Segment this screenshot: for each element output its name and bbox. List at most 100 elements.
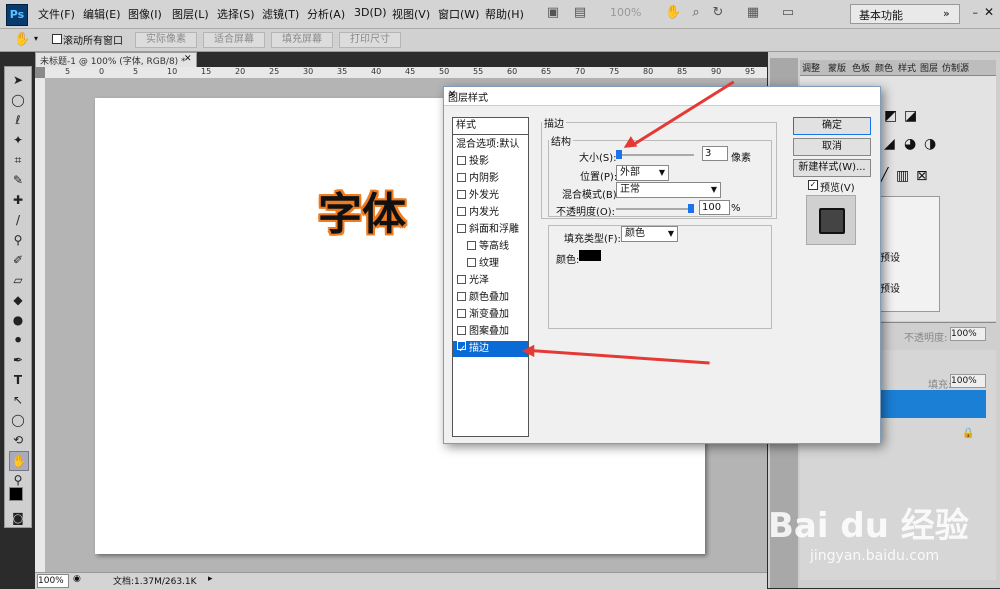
pen-tool-icon[interactable]: ✒ <box>9 351 27 369</box>
selective-color-icon[interactable]: ⊠ <box>916 168 928 184</box>
fill-screen-button[interactable]: 填充屏幕 <box>271 32 333 48</box>
checkbox[interactable] <box>457 173 466 182</box>
scroll-all-checkbox[interactable] <box>52 34 62 44</box>
zoom-level[interactable]: 100% <box>610 6 641 19</box>
chevron-down-icon[interactable]: ▾ <box>34 34 38 43</box>
opacity-input[interactable]: 100 <box>699 200 730 215</box>
canvas-text-layer[interactable]: 字体 <box>318 178 406 242</box>
brush-tool-icon[interactable]: / <box>9 211 27 229</box>
dialog-close-icon[interactable]: ✕ <box>448 89 876 100</box>
magic-wand-icon[interactable]: ✦ <box>9 131 27 149</box>
gradient-map-icon[interactable]: ▥ <box>896 168 909 184</box>
menu-edit[interactable]: 编辑(E) <box>83 6 121 22</box>
layer-fill-field[interactable]: 100% <box>950 374 986 388</box>
levels-icon[interactable]: ◩ <box>884 108 897 124</box>
tab-styles[interactable]: 样式 <box>898 61 916 74</box>
history-brush-icon[interactable]: ✐ <box>9 251 27 269</box>
style-item-inner-glow[interactable]: 内发光 <box>453 205 528 221</box>
tab-clone-source[interactable]: 仿制源 <box>942 61 969 74</box>
fit-screen-button[interactable]: 适合屏幕 <box>203 32 265 48</box>
menu-3d[interactable]: 3D(D) <box>354 6 387 19</box>
style-item-satin[interactable]: 光泽 <box>453 273 528 289</box>
status-icon[interactable]: ◉ <box>73 574 81 584</box>
screen-mode-icon[interactable]: ▭ <box>780 5 796 21</box>
balance-icon[interactable]: ◕ <box>904 136 916 152</box>
tab-adjustments[interactable]: 调整 <box>802 61 820 74</box>
style-item-color-overlay[interactable]: 颜色叠加 <box>453 290 528 306</box>
tab-layers[interactable]: 图层 <box>920 61 938 74</box>
style-item-inner-shadow[interactable]: 内阴影 <box>453 171 528 187</box>
foreground-color-swatch[interactable] <box>9 487 23 501</box>
hand-tool-preset-icon[interactable]: ✋ <box>14 32 30 47</box>
minimize-icon[interactable]: – <box>973 6 979 19</box>
menu-select[interactable]: 选择(S) <box>217 6 255 22</box>
move-tool-icon[interactable]: ➤ <box>9 71 27 89</box>
checkbox[interactable] <box>457 275 466 284</box>
rotate-view-icon[interactable]: ↻ <box>710 5 726 21</box>
stroke-color-swatch[interactable] <box>579 250 601 261</box>
checkbox[interactable] <box>457 224 466 233</box>
status-zoom[interactable]: 100% <box>37 574 69 588</box>
actual-pixels-button[interactable]: 实际像素 <box>135 32 197 48</box>
size-input[interactable]: 3 <box>702 146 728 161</box>
checkbox[interactable] <box>457 309 466 318</box>
quick-mask-icon[interactable]: ◙ <box>9 509 27 527</box>
preset-item-1[interactable]: 预设 <box>880 249 900 264</box>
menu-help[interactable]: 帮助(H) <box>485 6 524 22</box>
layer-opacity-field[interactable]: 100% <box>950 327 986 341</box>
position-select[interactable]: 外部 ▼ <box>616 165 669 181</box>
checkbox[interactable] <box>467 241 476 250</box>
preview-checkbox[interactable]: ✓ <box>808 180 818 190</box>
style-item-bevel-emboss[interactable]: 斜面和浮雕 <box>453 222 528 238</box>
eraser-tool-icon[interactable]: ▱ <box>9 271 27 289</box>
bridge-icon[interactable]: ▣ <box>545 5 561 21</box>
blend-options-item[interactable]: 混合选项:默认 <box>453 137 528 153</box>
cancel-button[interactable]: 取消 <box>793 138 871 156</box>
menu-analysis[interactable]: 分析(A) <box>307 6 345 22</box>
type-tool-icon[interactable]: T <box>9 371 27 389</box>
checkbox[interactable] <box>457 156 466 165</box>
zoom-tool-icon[interactable]: ⌕ <box>688 5 704 21</box>
eyedropper-icon[interactable]: ✎ <box>9 171 27 189</box>
dodge-tool-icon[interactable]: ⚫ <box>9 331 27 349</box>
style-item-stroke[interactable]: ✓ 描边 <box>453 341 528 357</box>
opacity-slider[interactable] <box>616 204 694 213</box>
marquee-tool-icon[interactable]: ◯ <box>9 91 27 109</box>
view-extras-icon[interactable]: ▤ <box>572 5 588 21</box>
style-item-outer-glow[interactable]: 外发光 <box>453 188 528 204</box>
style-item-pattern-overlay[interactable]: 图案叠加 <box>453 324 528 340</box>
blur-tool-icon[interactable]: ● <box>9 311 27 329</box>
bw-icon[interactable]: ◑ <box>924 136 936 152</box>
close-icon[interactable]: ✕ <box>984 5 994 19</box>
tab-swatches[interactable]: 色板 <box>852 61 870 74</box>
menu-view[interactable]: 视图(V) <box>392 6 430 22</box>
fill-type-select[interactable]: 颜色 ▼ <box>621 226 678 242</box>
style-item-gradient-overlay[interactable]: 渐变叠加 <box>453 307 528 323</box>
tab-masks[interactable]: 蒙版 <box>828 61 846 74</box>
checkbox[interactable] <box>457 292 466 301</box>
3d-rotate-icon[interactable]: ⟲ <box>9 431 27 449</box>
hand-tool-icon[interactable]: ✋ <box>9 451 29 471</box>
tab-close-icon[interactable]: ✕ <box>184 54 192 64</box>
checkbox[interactable] <box>467 258 476 267</box>
style-item-contour[interactable]: 等高线 <box>453 239 528 255</box>
print-size-button[interactable]: 打印尺寸 <box>339 32 401 48</box>
arrange-documents-icon[interactable]: ▦ <box>745 5 761 21</box>
checkbox[interactable] <box>457 207 466 216</box>
document-tab[interactable]: 未标题-1 @ 100% (字体, RGB/8) * ✕ <box>35 52 197 68</box>
hand-tool-icon[interactable]: ✋ <box>665 5 681 21</box>
style-item-texture[interactable]: 纹理 <box>453 256 528 272</box>
blend-mode-select[interactable]: 正常 ▼ <box>616 182 721 198</box>
menu-filter[interactable]: 滤镜(T) <box>262 6 299 22</box>
style-item-drop-shadow[interactable]: 投影 <box>453 154 528 170</box>
size-slider-thumb[interactable] <box>616 150 622 159</box>
styles-header[interactable]: 样式 <box>453 118 528 135</box>
preset-item-2[interactable]: 预设 <box>880 280 900 295</box>
ok-button[interactable]: 确定 <box>793 117 871 135</box>
selected-layer-row[interactable] <box>878 390 986 418</box>
tab-color[interactable]: 颜色 <box>875 61 893 74</box>
photo-filter-icon[interactable]: ╱ <box>880 168 888 184</box>
lasso-tool-icon[interactable]: ℓ <box>9 111 27 129</box>
opacity-slider-thumb[interactable] <box>688 204 694 213</box>
path-selection-icon[interactable]: ↖ <box>9 391 27 409</box>
